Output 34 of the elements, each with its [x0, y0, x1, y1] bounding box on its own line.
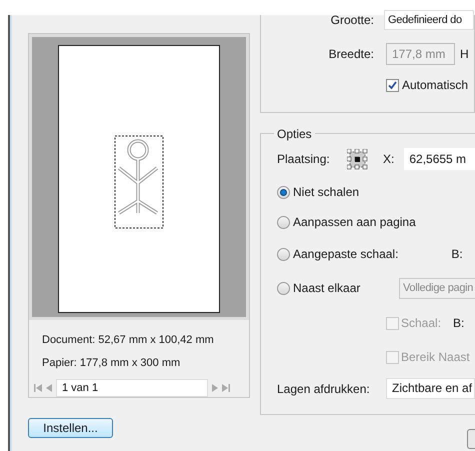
height-label: H [460, 46, 469, 63]
layers-dropdown[interactable]: Zichtbare en af [386, 378, 475, 399]
document-size-text: Document: 52,67 mm x 100,42 mm [42, 333, 215, 348]
width-field: 177,8 mm [386, 43, 455, 65]
width-label: Breedte: [328, 46, 374, 63]
paper-size-text: Papier: 177,8 mm x 300 mm [42, 356, 182, 370]
scaling-option-label: Niet schalen [293, 184, 360, 201]
scaling-option-label: Naast elkaar [293, 280, 362, 297]
radio-button[interactable] [277, 216, 290, 228]
x-label: X: [383, 151, 394, 168]
b-label: B: [451, 246, 463, 263]
scaling-option-label: Aanpassen aan pagina [293, 214, 416, 231]
setup-button[interactable]: Instellen... [28, 418, 113, 438]
checkbox-label: Schaal: [401, 315, 442, 332]
size-label: Grootte: [330, 12, 374, 29]
automatic-label: Automatisch [402, 77, 468, 94]
radio-button[interactable] [277, 248, 290, 260]
checkbox[interactable] [386, 78, 399, 92]
size-dropdown[interactable]: Gedefinieerd do [384, 10, 474, 30]
dialog-button[interactable] [467, 429, 475, 449]
page-field[interactable]: 1 van 1 [56, 379, 208, 397]
radio-button[interactable] [277, 186, 290, 198]
placement-label: Plaatsing: [277, 151, 331, 168]
radio-button[interactable] [277, 282, 290, 294]
last-page-icon[interactable] [222, 384, 230, 392]
scaling-option-label: Aangepaste schaal: [293, 246, 398, 263]
next-page-icon[interactable] [212, 384, 218, 392]
placement-grid-icon[interactable] [347, 148, 368, 170]
previous-page-icon[interactable] [46, 384, 52, 392]
layers-label: Lagen afdrukken: [277, 380, 371, 398]
x-field[interactable]: 62,5655 m [404, 148, 475, 170]
b-label: B: [453, 315, 464, 332]
first-page-icon[interactable] [34, 384, 42, 392]
checkbox-label: Bereik Naast [401, 349, 470, 366]
